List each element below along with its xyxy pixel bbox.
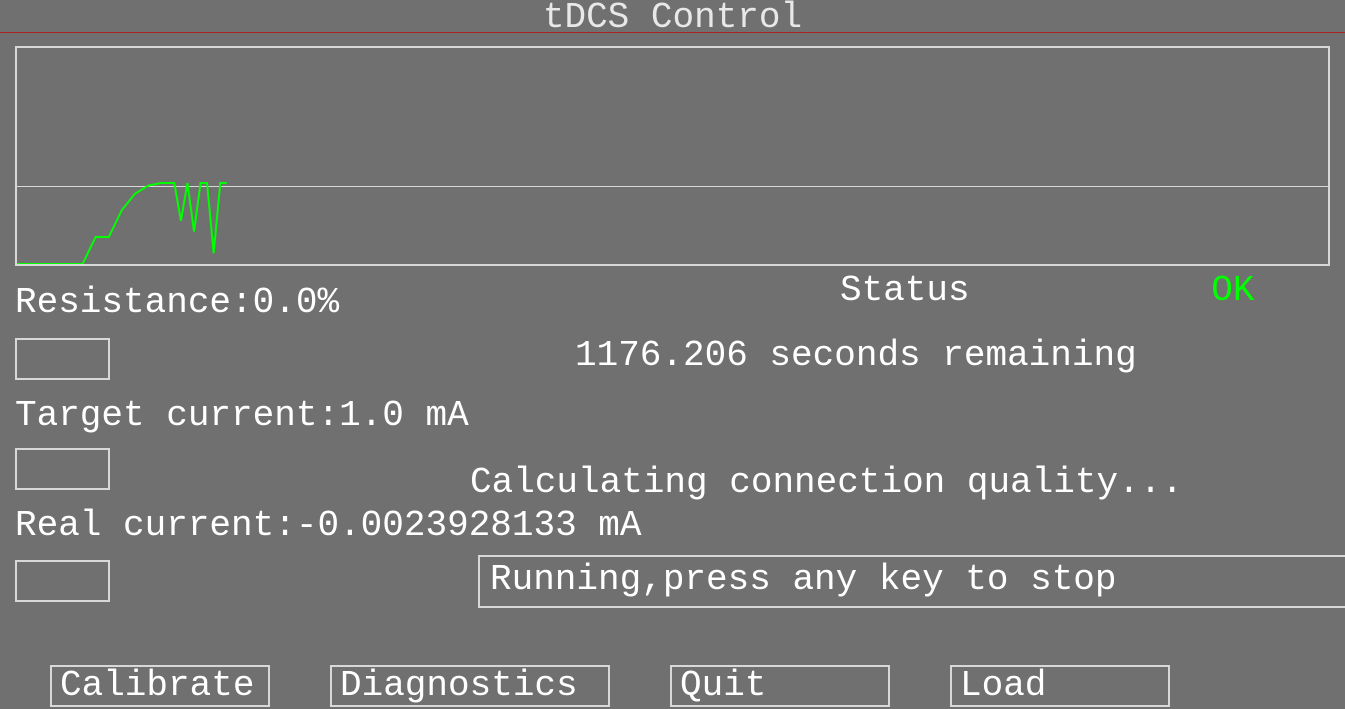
quit-button[interactable]: Quit [670,665,890,707]
status-label: Status [840,270,970,311]
connection-quality-msg: Calculating connection quality... [470,462,1183,503]
resistance-readout: Resistance:0.0% [15,282,339,323]
target-current-label: Target current: [15,395,339,436]
real-current-value: -0.0023928133 mA [296,505,642,546]
resistance-label: Resistance: [15,282,253,323]
calibrate-button[interactable]: Calibrate [50,665,270,707]
target-current-readout: Target current:1.0 mA [15,395,469,436]
target-current-value: 1.0 mA [339,395,469,436]
time-remaining: 1176.206 seconds remaining [575,335,1137,376]
chart-waveform [17,48,1328,264]
status-readout: Status OK [840,270,1254,311]
target-current-input[interactable] [15,448,110,490]
status-value: OK [1211,270,1254,311]
resistance-value: 0.0% [253,282,339,323]
seconds-value: 1176.206 [575,335,748,376]
signal-chart [15,46,1330,266]
bottom-button-row: Calibrate Diagnostics Quit Load [0,665,1345,707]
seconds-suffix: seconds remaining [748,335,1137,376]
real-current-readout: Real current:-0.0023928133 mA [15,505,642,546]
diagnostics-button[interactable]: Diagnostics [330,665,610,707]
load-button[interactable]: Load [950,665,1170,707]
running-status-box[interactable]: Running,press any key to stop [478,555,1345,608]
real-current-input[interactable] [15,560,110,602]
resistance-input[interactable] [15,338,110,380]
page-title: tDCS Control [0,0,1345,38]
real-current-label: Real current: [15,505,296,546]
